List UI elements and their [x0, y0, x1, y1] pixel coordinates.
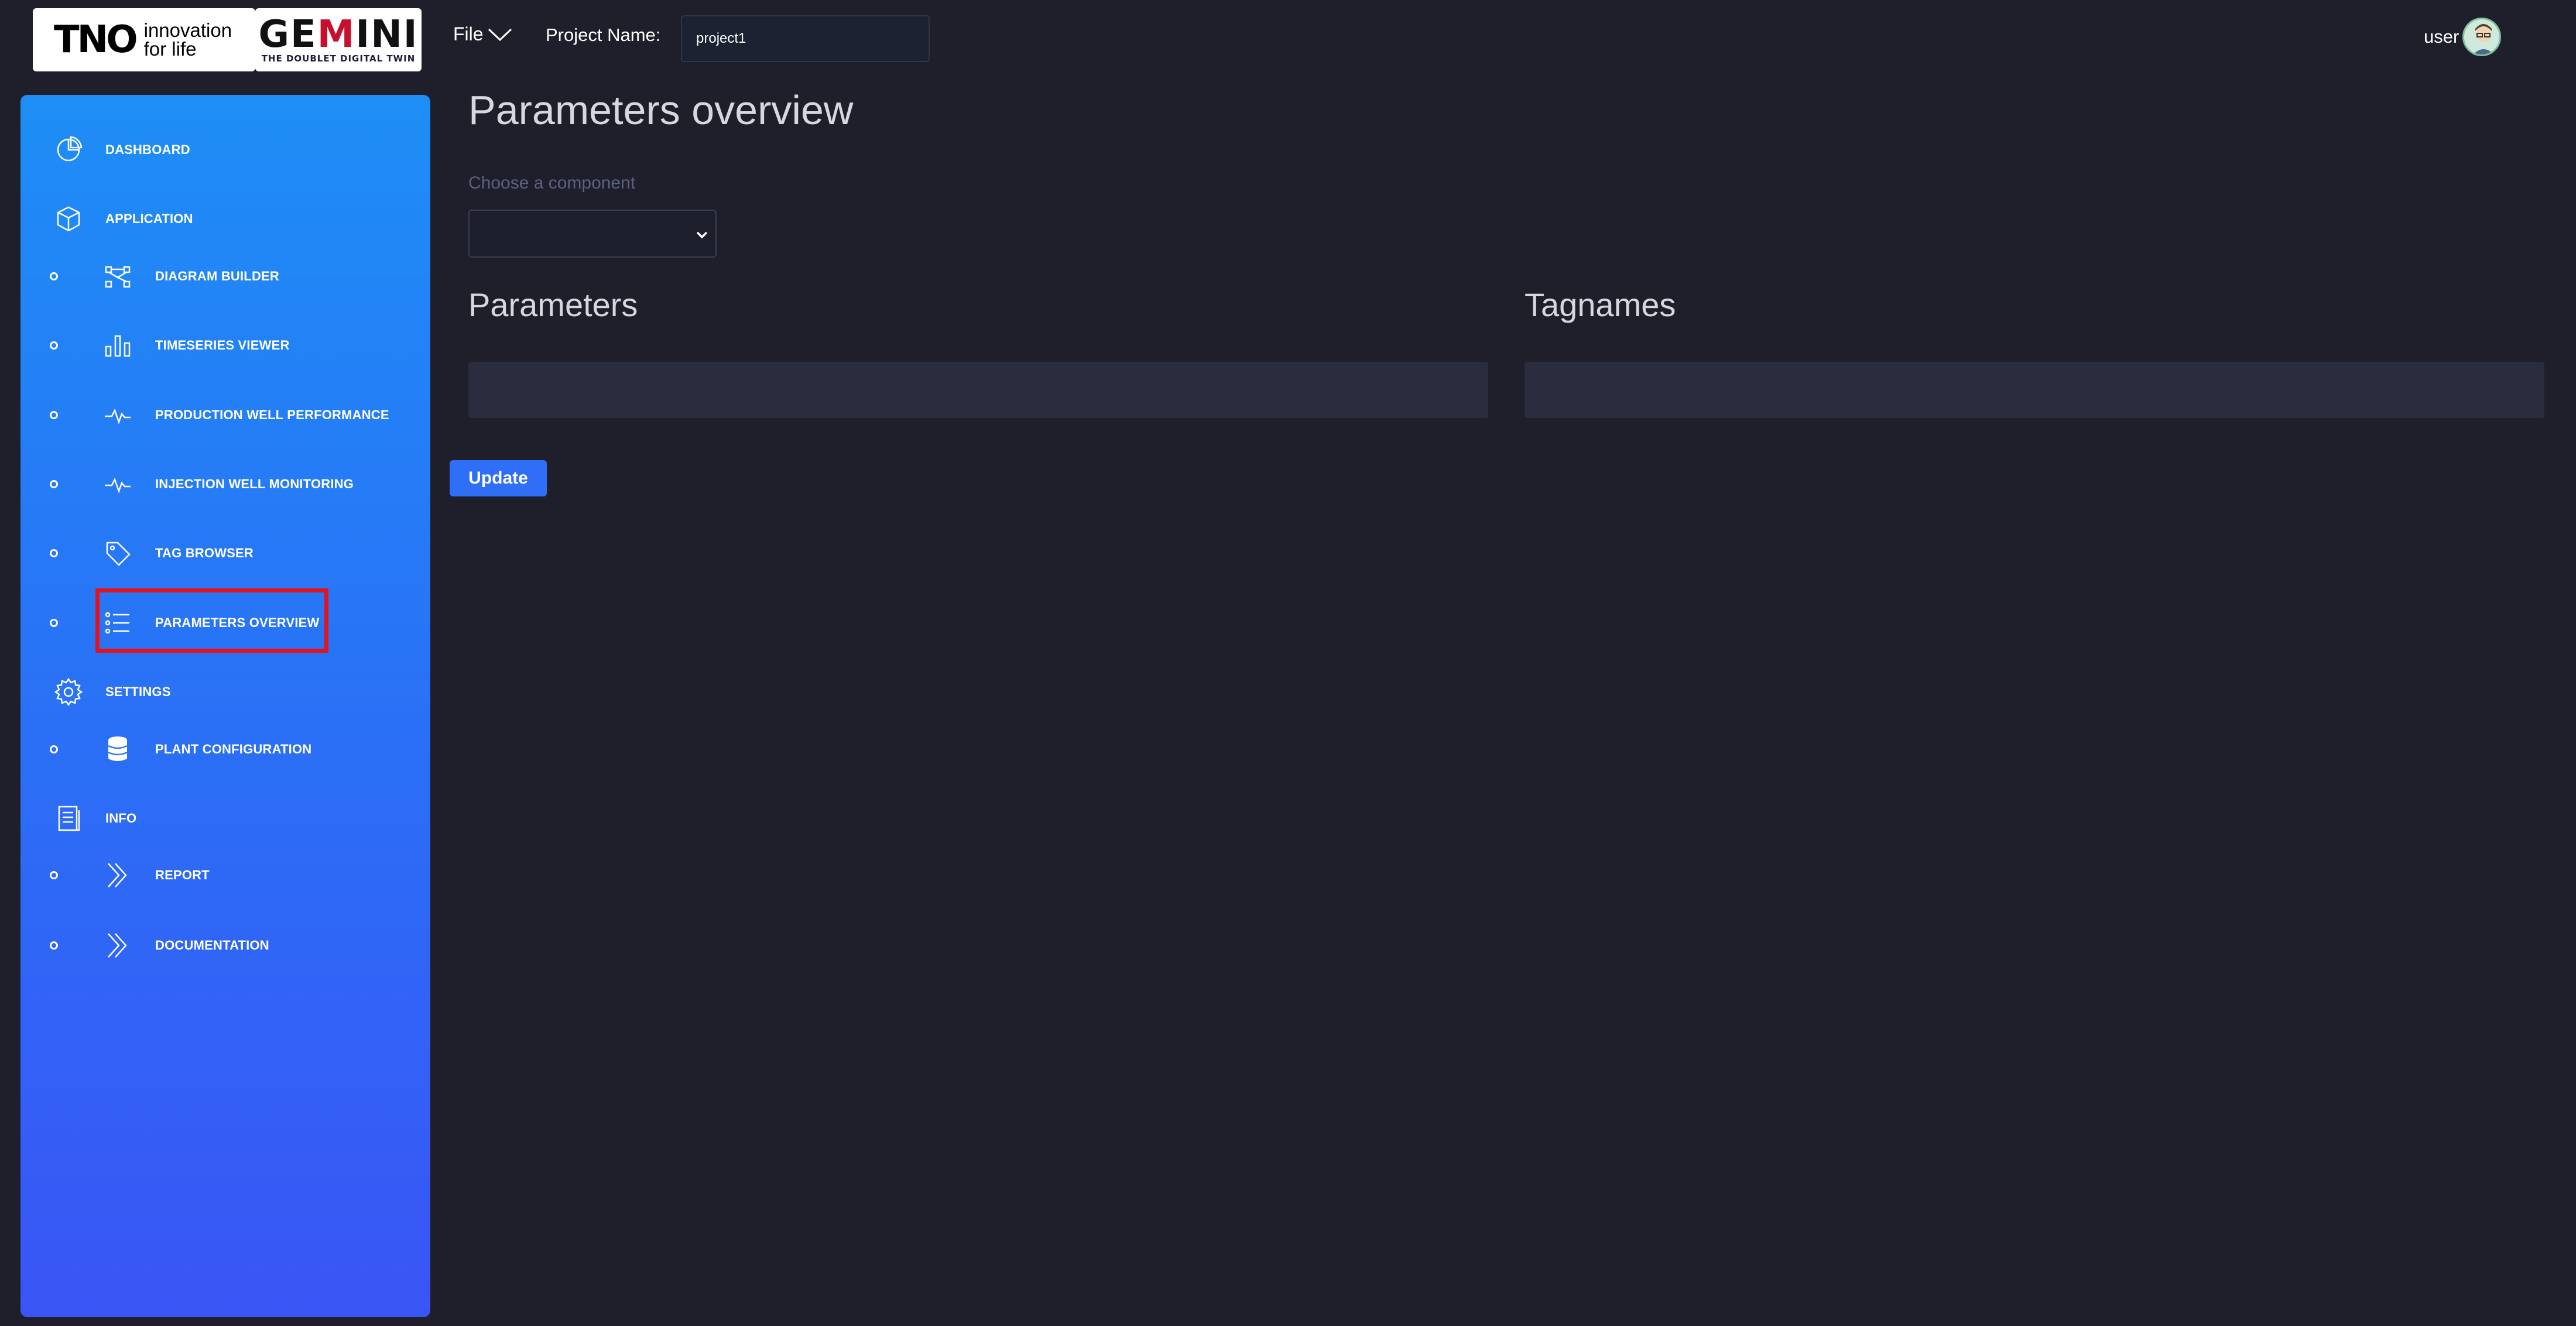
bullet-icon — [50, 745, 58, 753]
sidebar-item-diagram-builder[interactable]: DIAGRAM BUILDER — [20, 253, 430, 300]
tno-logo: TNO innovation for life — [33, 8, 255, 71]
file-menu-label: File — [453, 23, 484, 44]
gemini-logo: GEMINI THE DOUBLET DIGITAL TWIN — [255, 8, 422, 71]
sidebar-item-label: PLANT CONFIGURATION — [155, 742, 312, 756]
bullet-icon — [50, 549, 58, 557]
bullet-icon — [50, 341, 58, 350]
sidebar-item-label: PARAMETERS OVERVIEW — [155, 615, 320, 630]
sidebar-item-parameters-overview[interactable]: PARAMETERS OVERVIEW — [20, 599, 430, 646]
parameters-panel — [468, 362, 1488, 418]
sidebar-item-report[interactable]: REPORT — [20, 852, 430, 899]
bullet-icon — [50, 619, 58, 627]
chevron-down-icon — [696, 231, 708, 239]
file-menu[interactable]: File — [453, 23, 513, 45]
sidebar-item-label: INJECTION WELL MONITORING — [155, 477, 354, 491]
sidebar-item-label: DIAGRAM BUILDER — [155, 269, 279, 283]
sidebar: DASHBOARD APPLICATION DIAGRAM BUILDER TI… — [20, 95, 430, 1317]
gemini-logo-word: GEMINI — [258, 13, 419, 56]
user-label: user — [2424, 26, 2459, 47]
component-select[interactable] — [468, 210, 717, 258]
user-avatar-icon — [2473, 24, 2495, 54]
pulse-icon — [101, 399, 134, 431]
tno-logo-tagline: innovation for life — [143, 19, 232, 60]
project-name-label: Project Name: — [546, 25, 661, 45]
bullet-icon — [50, 871, 58, 879]
pie-chart-icon — [52, 133, 85, 166]
bar-chart-icon — [101, 329, 134, 362]
sidebar-item-label: APPLICATION — [105, 211, 193, 226]
sidebar-item-label: PRODUCTION WELL PERFORMANCE — [155, 407, 389, 422]
sidebar-item-plant-configuration[interactable]: PLANT CONFIGURATION — [20, 726, 430, 773]
sidebar-item-label: REPORT — [155, 868, 210, 882]
sidebar-item-label: SETTINGS — [105, 684, 171, 699]
sidebar-item-settings[interactable]: SETTINGS — [20, 669, 430, 715]
sidebar-item-documentation[interactable]: DOCUMENTATION — [20, 922, 430, 969]
double-chevron-icon — [101, 929, 134, 962]
sidebar-item-label: TAG BROWSER — [155, 546, 254, 560]
user-menu[interactable]: user — [2424, 18, 2502, 56]
sidebar-item-label: INFO — [105, 811, 137, 825]
project-name-input[interactable] — [681, 15, 930, 62]
database-icon — [101, 733, 134, 766]
diagram-icon — [101, 260, 134, 293]
tagnames-heading: Tagnames — [1525, 286, 1676, 323]
sidebar-item-label: TIMESERIES VIEWER — [155, 338, 290, 352]
sidebar-item-label: DASHBOARD — [105, 142, 190, 157]
bullet-icon — [50, 411, 58, 419]
tno-logo-mark: TNO — [54, 18, 138, 61]
list-icon — [101, 607, 134, 639]
sidebar-item-production-well-performance[interactable]: PRODUCTION WELL PERFORMANCE — [20, 392, 430, 438]
tag-icon — [101, 537, 134, 570]
component-select-label: Choose a component — [468, 173, 636, 193]
bullet-icon — [50, 480, 58, 488]
gear-icon — [52, 676, 85, 708]
update-button[interactable]: Update — [450, 460, 547, 496]
sidebar-item-label: DOCUMENTATION — [155, 938, 269, 952]
sidebar-item-injection-well-monitoring[interactable]: INJECTION WELL MONITORING — [20, 461, 430, 508]
avatar[interactable] — [2462, 18, 2502, 56]
pulse-icon — [101, 468, 134, 501]
gemini-logo-subtitle: THE DOUBLET DIGITAL TWIN — [261, 53, 416, 64]
book-icon — [52, 802, 85, 835]
parameters-heading: Parameters — [468, 286, 638, 323]
sidebar-item-application[interactable]: APPLICATION — [20, 196, 430, 242]
page-title: Parameters overview — [468, 87, 854, 133]
sidebar-item-timeseries-viewer[interactable]: TIMESERIES VIEWER — [20, 322, 430, 369]
double-chevron-icon — [101, 859, 134, 892]
bullet-icon — [50, 941, 58, 950]
sidebar-item-info[interactable]: INFO — [20, 795, 430, 842]
tagnames-panel — [1525, 362, 2544, 418]
bullet-icon — [50, 272, 58, 280]
sidebar-item-dashboard[interactable]: DASHBOARD — [20, 126, 430, 173]
cube-icon — [52, 203, 85, 235]
sidebar-item-tag-browser[interactable]: TAG BROWSER — [20, 530, 430, 577]
chevron-down-icon — [488, 28, 512, 41]
